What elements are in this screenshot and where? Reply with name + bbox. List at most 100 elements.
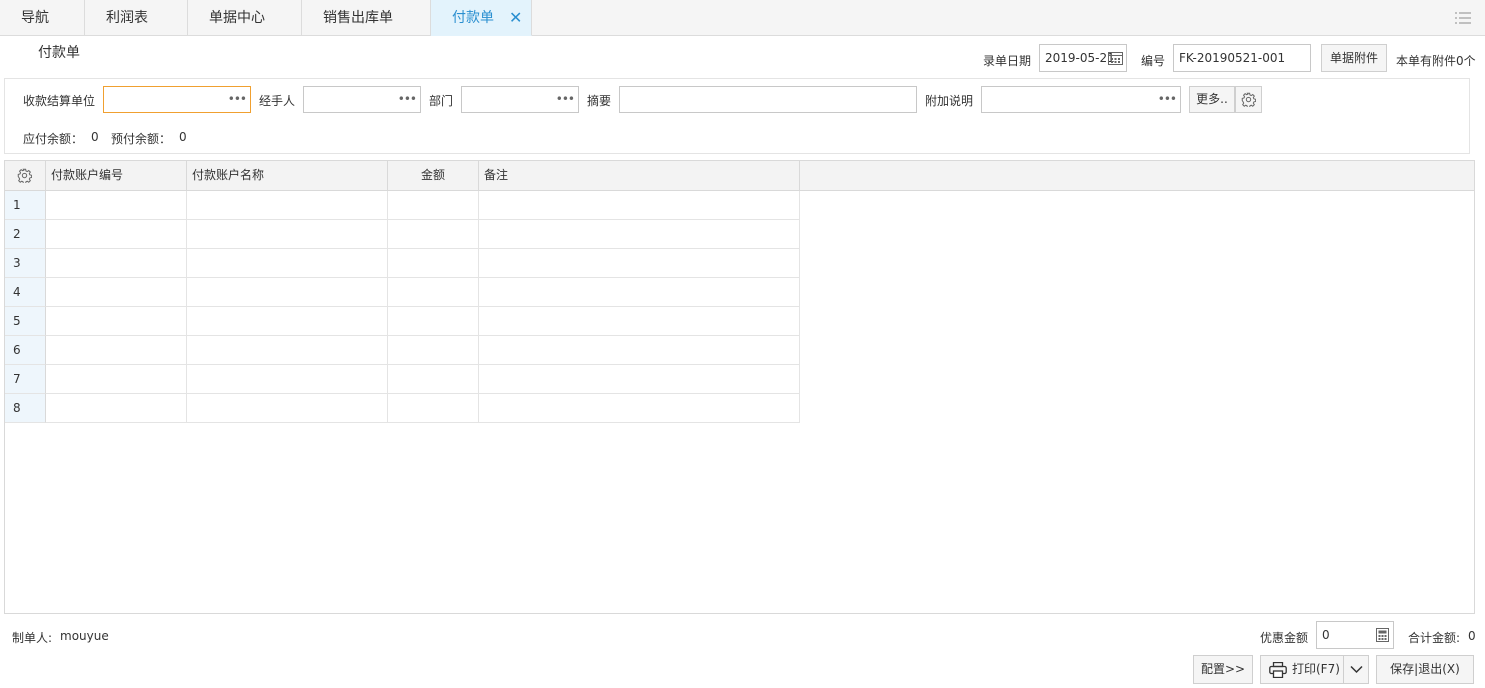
- summary-input[interactable]: [619, 86, 917, 113]
- browse-dots-icon[interactable]: •••: [1158, 92, 1177, 106]
- prepaid-balance-label: 预付余额：: [111, 132, 172, 146]
- cell-account-code[interactable]: [46, 394, 187, 423]
- discount-label: 优惠金额: [1260, 631, 1309, 645]
- close-icon[interactable]: ✕: [509, 0, 522, 36]
- config-button[interactable]: 配置>>: [1193, 655, 1253, 684]
- number-field[interactable]: FK-20190521-001: [1173, 44, 1311, 72]
- discount-input[interactable]: 0: [1316, 621, 1394, 649]
- cell-amount[interactable]: [388, 365, 479, 394]
- page-title: 付款单: [38, 45, 80, 61]
- cell-account-code[interactable]: [46, 336, 187, 365]
- cell-amount[interactable]: [388, 336, 479, 365]
- cell-account-code[interactable]: [46, 220, 187, 249]
- cell-account-name[interactable]: [187, 278, 388, 307]
- grid-settings-button[interactable]: [5, 161, 46, 190]
- cell-amount[interactable]: [388, 249, 479, 278]
- gear-icon: [1241, 92, 1256, 107]
- entry-date-label: 录单日期: [983, 54, 1032, 68]
- row-number: 5: [5, 307, 46, 336]
- cell-account-code[interactable]: [46, 307, 187, 336]
- cell-amount[interactable]: [388, 278, 479, 307]
- payee-input[interactable]: •••: [103, 86, 251, 113]
- tab-payment-voucher[interactable]: 付款单 ✕: [431, 0, 532, 36]
- department-label: 部门: [429, 94, 454, 108]
- prepaid-balance-value: 0: [179, 130, 187, 144]
- creator-label: 制单人:: [12, 631, 53, 645]
- chevron-down-icon: [1350, 665, 1363, 674]
- row-number: 1: [5, 191, 46, 220]
- tab-label: 销售出库单: [323, 10, 393, 26]
- extra-note-label: 附加说明: [925, 94, 974, 108]
- cell-remark[interactable]: [479, 307, 800, 336]
- handler-input[interactable]: •••: [303, 86, 421, 113]
- payment-account-grid: 付款账户编号 付款账户名称 金额 备注 1 2 3 4 5 6 7 8: [4, 160, 1475, 614]
- browse-dots-icon[interactable]: •••: [228, 92, 247, 106]
- cell-amount[interactable]: [388, 307, 479, 336]
- cell-remark[interactable]: [479, 191, 800, 220]
- column-header-account-name[interactable]: 付款账户名称: [187, 161, 388, 190]
- calendar-icon[interactable]: [1108, 51, 1123, 65]
- column-header-amount[interactable]: 金额: [388, 161, 479, 190]
- printer-icon: [1269, 662, 1287, 678]
- cell-account-code[interactable]: [46, 278, 187, 307]
- browse-dots-icon[interactable]: •••: [398, 92, 417, 106]
- payable-balance-value: 0: [91, 130, 99, 144]
- creator-value: mouyue: [60, 629, 109, 643]
- cell-account-name[interactable]: [187, 220, 388, 249]
- row-number: 4: [5, 278, 46, 307]
- cell-amount[interactable]: [388, 220, 479, 249]
- entry-date-value: 2019-05-21: [1045, 51, 1115, 65]
- cell-account-code[interactable]: [46, 249, 187, 278]
- cell-account-name[interactable]: [187, 191, 388, 220]
- cell-remark[interactable]: [479, 220, 800, 249]
- row-number: 3: [5, 249, 46, 278]
- extra-note-input[interactable]: •••: [981, 86, 1181, 113]
- browse-dots-icon[interactable]: •••: [556, 92, 575, 106]
- total-label: 合计金额:: [1408, 631, 1461, 645]
- column-header-remark[interactable]: 备注: [479, 161, 800, 190]
- cell-remark[interactable]: [479, 365, 800, 394]
- cell-remark[interactable]: [479, 394, 800, 423]
- attachment-button[interactable]: 单据附件: [1321, 44, 1387, 72]
- tab-label: 单据中心: [209, 10, 265, 26]
- cell-account-name[interactable]: [187, 307, 388, 336]
- entry-date-field[interactable]: 2019-05-21: [1039, 44, 1127, 72]
- tab-sales-outbound[interactable]: 销售出库单: [302, 0, 431, 36]
- tab-navigation[interactable]: 导航: [0, 0, 85, 36]
- discount-value: 0: [1322, 628, 1330, 642]
- number-value: FK-20190521-001: [1179, 51, 1286, 65]
- cell-amount[interactable]: [388, 394, 479, 423]
- cell-account-name[interactable]: [187, 336, 388, 365]
- cell-amount[interactable]: [388, 191, 479, 220]
- handler-label: 经手人: [259, 94, 296, 108]
- tab-profit-statement[interactable]: 利润表: [85, 0, 188, 36]
- tab-label: 利润表: [106, 10, 148, 26]
- save-exit-button[interactable]: 保存|退出(X): [1376, 655, 1474, 684]
- cell-remark[interactable]: [479, 278, 800, 307]
- department-input[interactable]: •••: [461, 86, 579, 113]
- cell-account-name[interactable]: [187, 394, 388, 423]
- print-options-button[interactable]: [1343, 655, 1369, 684]
- summary-label: 摘要: [587, 94, 612, 108]
- column-header-account-code[interactable]: 付款账户编号: [46, 161, 187, 190]
- cell-account-code[interactable]: [46, 365, 187, 394]
- attachment-note: 本单有附件0个: [1396, 54, 1476, 68]
- cell-remark[interactable]: [479, 249, 800, 278]
- calculator-icon[interactable]: [1376, 628, 1389, 642]
- tab-document-center[interactable]: 单据中心: [188, 0, 302, 36]
- cell-account-code[interactable]: [46, 191, 187, 220]
- print-button[interactable]: 打印(F7): [1260, 655, 1344, 684]
- row-number: 8: [5, 394, 46, 423]
- cell-remark[interactable]: [479, 336, 800, 365]
- tab-bar: 导航 利润表 单据中心 销售出库单 付款单 ✕: [0, 0, 1485, 36]
- list-menu-icon[interactable]: [1455, 11, 1471, 25]
- filter-settings-button[interactable]: [1235, 86, 1262, 113]
- more-button[interactable]: 更多..: [1189, 86, 1235, 113]
- row-number: 7: [5, 365, 46, 394]
- row-number: 6: [5, 336, 46, 365]
- tab-label: 付款单: [452, 10, 494, 26]
- grid-header: 付款账户编号 付款账户名称 金额 备注: [5, 161, 1474, 191]
- row-number: 2: [5, 220, 46, 249]
- cell-account-name[interactable]: [187, 365, 388, 394]
- cell-account-name[interactable]: [187, 249, 388, 278]
